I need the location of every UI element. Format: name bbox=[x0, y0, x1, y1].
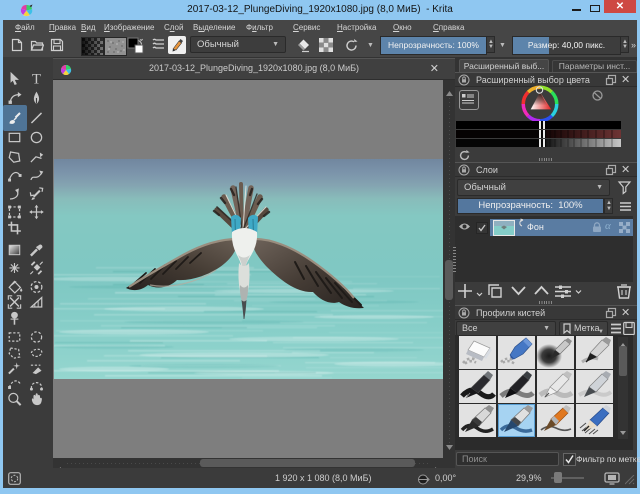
svg-text:T: T bbox=[32, 72, 41, 88]
